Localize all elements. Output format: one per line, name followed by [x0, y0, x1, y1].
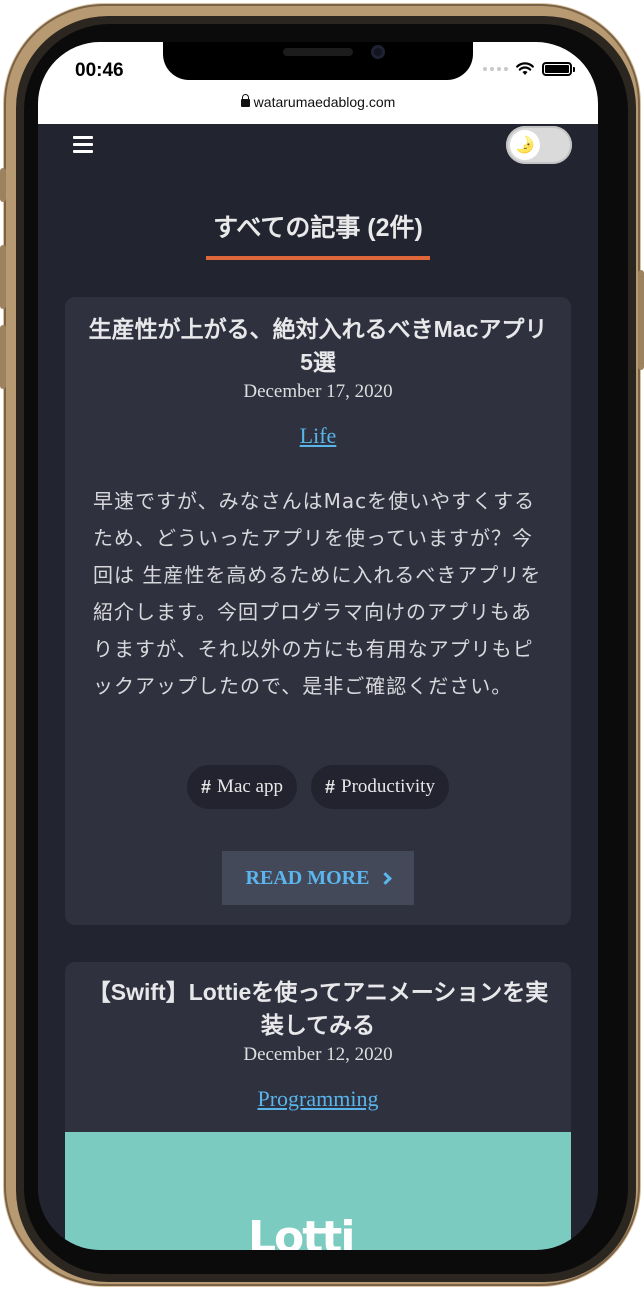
read-more-label: READ MORE — [245, 866, 370, 889]
post-card: 生産性が上がる、絶対入れるべきMacアプリ5選 December 17, 202… — [65, 297, 571, 925]
chevron-right-icon — [379, 871, 393, 885]
side-button-volume-down — [0, 325, 6, 389]
screen: 00:46 watarumaedablog.com 🌛 すべての記事 (2件) — [38, 42, 598, 1250]
tag-productivity[interactable]: # Productivity — [311, 765, 449, 809]
tag-label: Productivity — [341, 776, 435, 797]
hamburger-icon[interactable] — [73, 136, 95, 154]
post-excerpt: 早速ですが、みなさんはMacを使いやすくするため、どういったアプリを使っています… — [93, 489, 542, 698]
read-more-button[interactable]: READ MORE — [222, 851, 414, 905]
status-bar: 00:46 watarumaedablog.com — [38, 42, 598, 124]
tag-mac-app[interactable]: # Mac app — [187, 765, 297, 809]
post-date: December 12, 2020 — [243, 1044, 393, 1065]
signal-icon — [483, 67, 508, 71]
battery-icon — [542, 62, 575, 76]
moon-icon: 🌛 — [510, 130, 540, 160]
title-underline — [206, 256, 430, 260]
post-category-link[interactable]: Programming — [65, 1086, 571, 1112]
address-bar[interactable]: watarumaedablog.com — [38, 94, 598, 110]
notch — [163, 42, 473, 80]
page-content: 🌛 すべての記事 (2件) 生産性が上がる、絶対入れるべきMacアプリ5選 De… — [38, 124, 598, 1250]
post-category-link[interactable]: Life — [65, 423, 571, 449]
post-card: 【Swift】Lottieを使ってアニメーションを実装してみる December… — [65, 962, 571, 1250]
status-time: 00:46 — [75, 60, 124, 81]
status-indicators — [483, 62, 575, 76]
lottie-logo: Lotti — [248, 1212, 355, 1250]
theme-toggle[interactable]: 🌛 — [506, 126, 572, 164]
front-camera — [371, 45, 385, 59]
speaker — [283, 48, 353, 56]
hash-icon: # — [201, 776, 212, 797]
post-date: December 17, 2020 — [243, 381, 393, 402]
side-button-mute — [0, 168, 6, 202]
post-tags: # Mac app # Productivity — [65, 765, 571, 809]
wifi-icon — [516, 62, 534, 75]
url-text: watarumaedablog.com — [253, 94, 396, 110]
page-title: すべての記事 (2件) — [213, 214, 423, 242]
side-button-power — [638, 270, 644, 370]
post-thumbnail[interactable]: Lotti — [65, 1132, 571, 1250]
post-title[interactable]: 生産性が上がる、絶対入れるべきMacアプリ5選 — [85, 313, 551, 379]
lock-icon — [240, 94, 250, 107]
tag-label: Mac app — [217, 776, 283, 797]
side-button-volume-up — [0, 245, 6, 309]
hash-icon: # — [325, 776, 336, 797]
post-title[interactable]: 【Swift】Lottieを使ってアニメーションを実装してみる — [85, 976, 551, 1042]
